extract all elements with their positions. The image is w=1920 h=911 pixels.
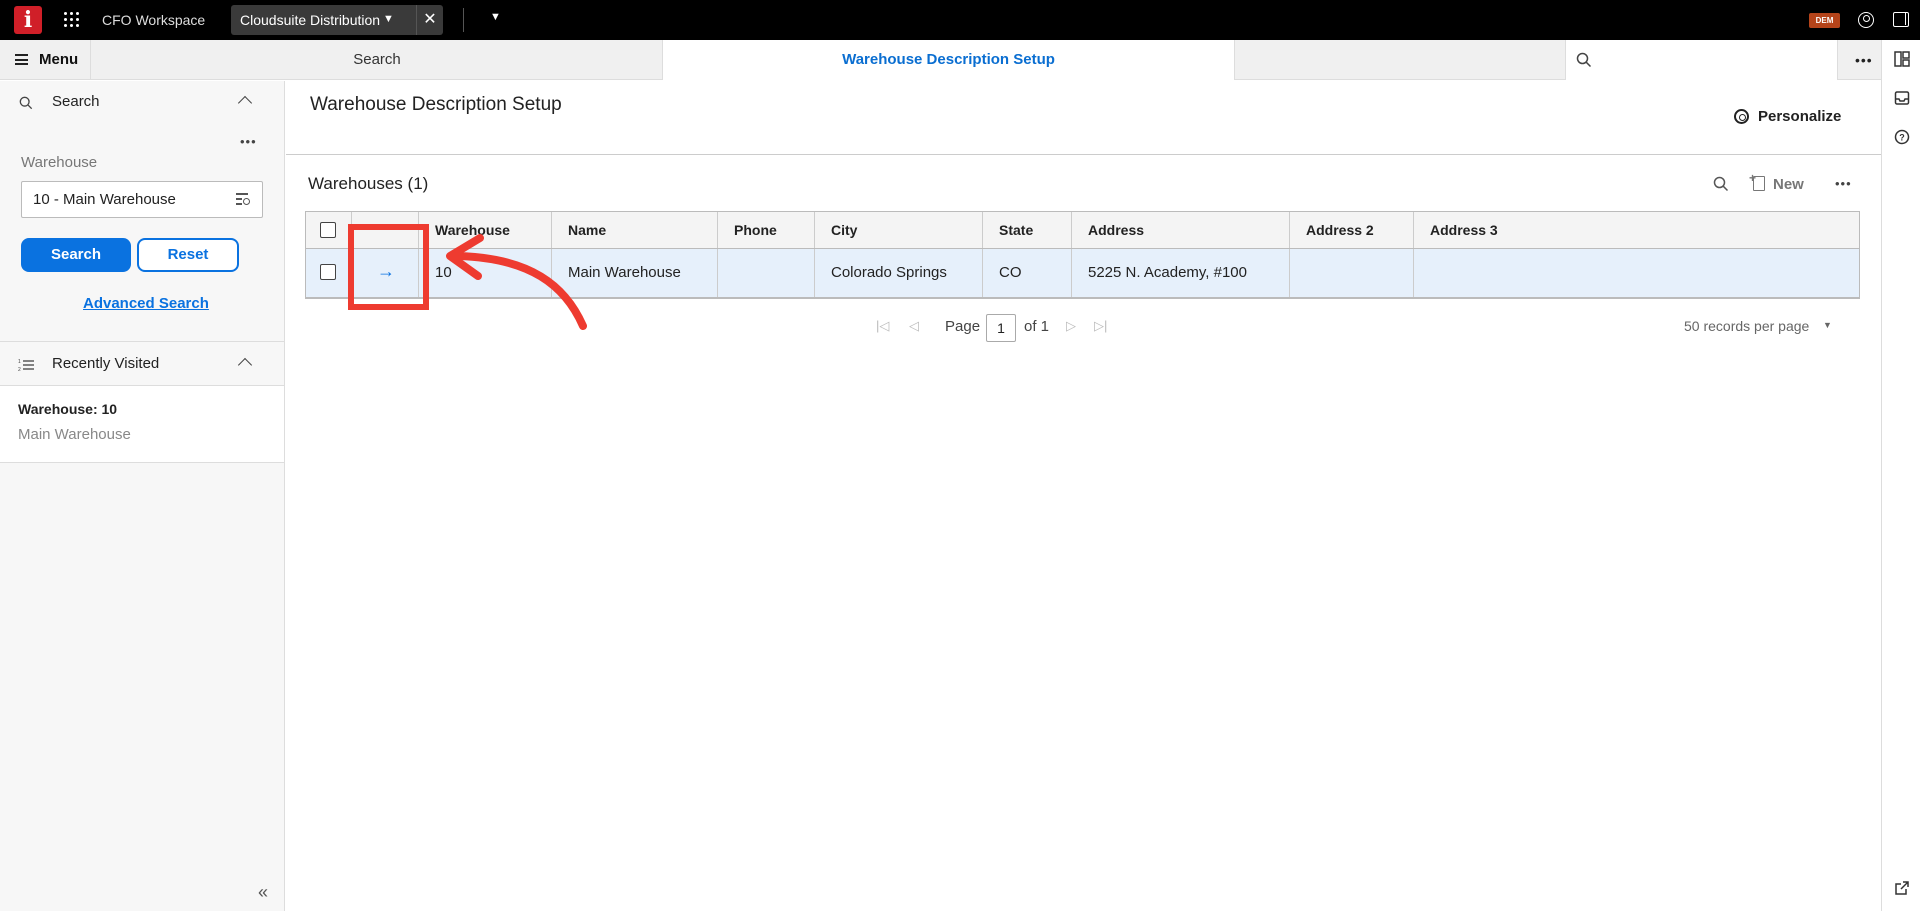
new-label: New (1773, 176, 1804, 193)
recent-item-title: Warehouse: 10 (18, 401, 118, 417)
warehouse-field-value: 10 - Main Warehouse (33, 191, 176, 208)
grid-menu-icon[interactable] (64, 12, 80, 28)
column-header-warehouse[interactable]: Warehouse (419, 212, 552, 248)
recent-list-icon: 12 (18, 359, 34, 372)
svg-text:2: 2 (18, 367, 21, 372)
recent-section-title: Recently Visited (52, 355, 160, 372)
warehouse-field[interactable]: 10 - Main Warehouse (21, 181, 263, 218)
cell-phone (718, 249, 815, 297)
divider (286, 154, 1881, 155)
cell-state: CO (983, 249, 1072, 297)
close-icon[interactable]: ✕ (416, 5, 443, 35)
grid-title: Warehouses (1) (308, 174, 429, 193)
annotation-highlight-box (348, 224, 429, 310)
column-header-address-3[interactable]: Address 3 (1414, 212, 1859, 248)
search-section-header[interactable]: Search (0, 81, 284, 123)
reset-button[interactable]: Reset (137, 238, 239, 272)
lookup-icon[interactable] (236, 193, 252, 207)
new-doc-icon (1749, 171, 1765, 191)
next-page-icon[interactable]: ▷ (1066, 318, 1076, 334)
chevron-down-icon[interactable]: ▼ (490, 11, 501, 23)
context-tab[interactable]: Cloudsuite Distribution ▼ ✕ (231, 5, 443, 35)
column-header-name[interactable]: Name (552, 212, 718, 248)
chevron-down-icon[interactable]: ▼ (383, 13, 394, 25)
panel-icon[interactable] (1893, 12, 1909, 27)
tab-warehouse-description-setup[interactable]: Warehouse Description Setup (663, 40, 1235, 80)
cell-name: Main Warehouse (552, 249, 718, 297)
last-page-icon[interactable]: ▷| (1094, 318, 1107, 334)
cell-city: Colorado Springs (815, 249, 983, 297)
ellipsis-icon[interactable]: ••• (1855, 52, 1873, 68)
column-header-address[interactable]: Address (1072, 212, 1290, 248)
page-label: Page (945, 318, 981, 335)
right-rail: ? (1881, 40, 1920, 911)
search-icon (1576, 52, 1592, 68)
chevron-up-icon[interactable] (237, 357, 253, 373)
cell-address-3 (1414, 249, 1859, 297)
records-per-page-select[interactable]: 50 records per page (1684, 318, 1809, 334)
menu-button[interactable]: Menu (0, 40, 91, 80)
divider (463, 8, 464, 32)
column-header-phone[interactable]: Phone (718, 212, 815, 248)
cell-address: 5225 N. Academy, #100 (1072, 249, 1290, 297)
gear-icon (1734, 109, 1749, 124)
recent-section-header[interactable]: 12 Recently Visited (0, 343, 284, 385)
page-number-input[interactable]: 1 (986, 314, 1016, 342)
select-all-cell (306, 212, 352, 248)
layout-icon[interactable] (1894, 51, 1910, 67)
page-total-label: of 1 (1024, 318, 1050, 335)
pagination: |◁ ◁ Page 1 of 1 ▷ ▷| 50 records per pag… (286, 312, 1881, 342)
search-section-title: Search (52, 93, 100, 110)
table-row[interactable]: → 10 Main Warehouse Colorado Springs CO … (306, 249, 1859, 298)
main-content: Warehouse Description Setup Personalize … (286, 81, 1881, 911)
environment-badge: DEM (1809, 13, 1840, 28)
menu-label: Menu (39, 51, 79, 68)
caret-down-icon[interactable]: ▼ (1823, 320, 1832, 330)
search-button[interactable]: Search (21, 238, 131, 272)
row-select-cell (306, 249, 352, 297)
svg-text:?: ? (1899, 133, 1905, 143)
advanced-search-link[interactable]: Advanced Search (83, 295, 209, 312)
global-search-input[interactable] (1565, 40, 1838, 80)
cell-warehouse: 10 (419, 249, 552, 297)
ellipsis-icon[interactable]: ••• (240, 134, 257, 149)
personalize-label: Personalize (1758, 108, 1842, 125)
context-tab-label: Cloudsuite Distribution (240, 12, 381, 28)
ellipsis-icon[interactable]: ••• (1835, 176, 1852, 191)
cell-address-2 (1290, 249, 1414, 297)
chevron-up-icon[interactable] (237, 95, 253, 111)
help-icon[interactable]: ? (1894, 129, 1910, 145)
nav-bar: Menu Search Warehouse Description Setup … (0, 40, 1881, 80)
collapse-left-icon[interactable]: « (258, 882, 268, 903)
first-page-icon[interactable]: |◁ (876, 318, 889, 334)
app-logo[interactable]: i (14, 6, 42, 34)
tab-search[interactable]: Search (92, 40, 663, 80)
prev-page-icon[interactable]: ◁ (909, 318, 919, 334)
page-title: Warehouse Description Setup (310, 94, 562, 115)
column-header-address-2[interactable]: Address 2 (1290, 212, 1414, 248)
top-bar: i CFO Workspace Cloudsuite Distribution … (0, 0, 1920, 40)
workspace-label[interactable]: CFO Workspace (102, 12, 205, 28)
column-header-city[interactable]: City (815, 212, 983, 248)
row-checkbox[interactable] (320, 264, 336, 280)
inbox-icon[interactable] (1894, 90, 1910, 106)
external-link-icon[interactable] (1894, 880, 1910, 896)
recent-item[interactable]: Warehouse: 10 Main Warehouse (0, 386, 284, 463)
divider (0, 341, 284, 342)
svg-text:1: 1 (18, 359, 21, 365)
search-icon (19, 96, 33, 110)
warehouse-field-label: Warehouse (21, 154, 98, 171)
recent-item-subtitle: Main Warehouse (18, 426, 131, 443)
warehouses-table: Warehouse Name Phone City State Address … (305, 211, 1860, 299)
table-header: Warehouse Name Phone City State Address … (306, 212, 1859, 249)
hamburger-icon (15, 54, 28, 65)
search-panel: Search ••• Warehouse 10 - Main Warehouse… (0, 81, 285, 911)
user-icon[interactable] (1858, 12, 1874, 28)
column-header-state[interactable]: State (983, 212, 1072, 248)
select-all-checkbox[interactable] (320, 222, 336, 238)
search-icon[interactable] (1713, 176, 1729, 192)
